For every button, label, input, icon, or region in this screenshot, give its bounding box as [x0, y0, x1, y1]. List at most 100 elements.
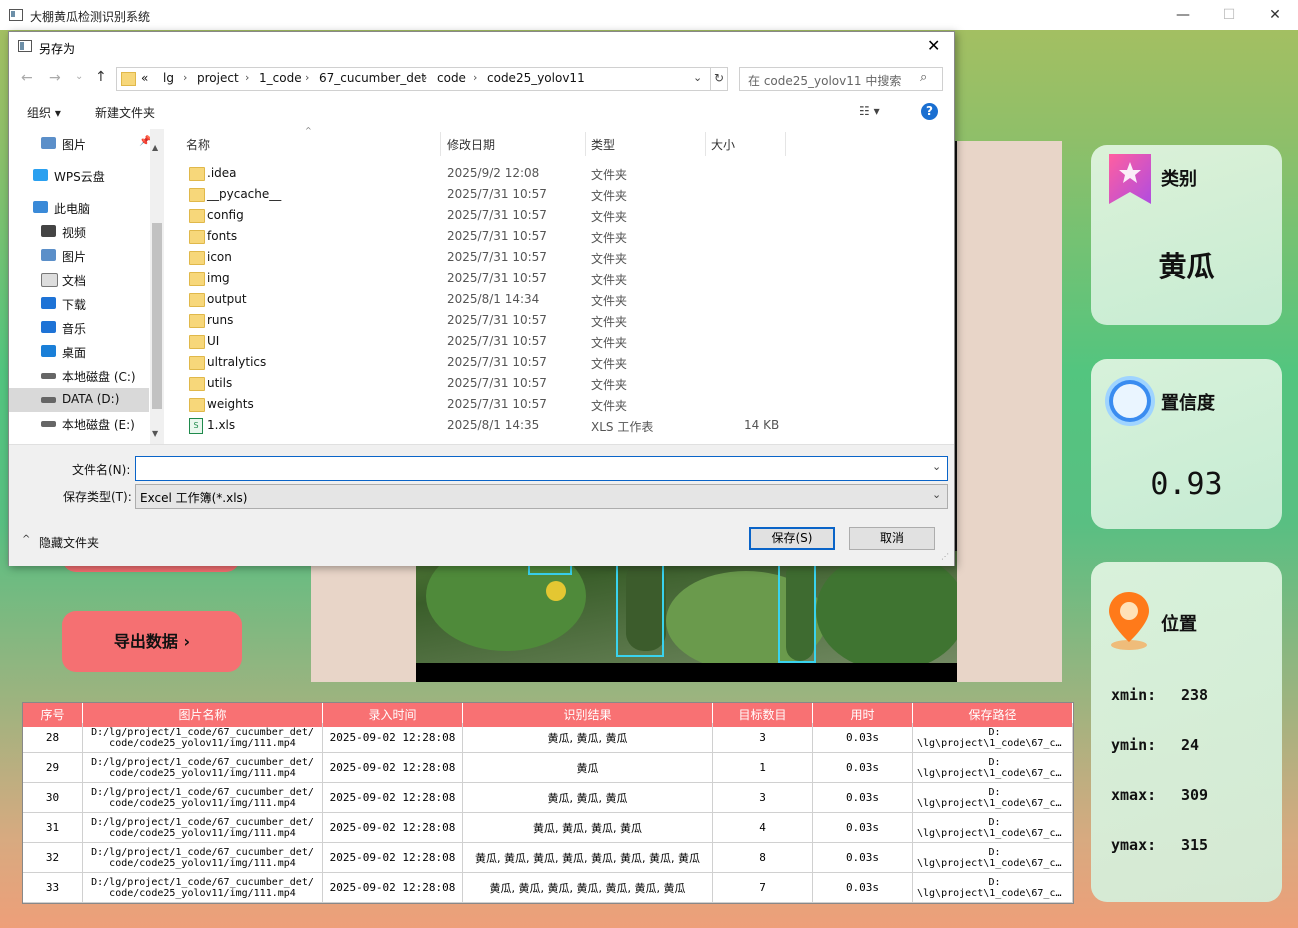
cell-time: 2025-09-02 12:28:08 — [323, 783, 463, 813]
dialog-close-button[interactable]: ✕ — [927, 36, 940, 55]
search-icon[interactable]: ⌕ — [920, 70, 927, 85]
column-date[interactable]: 修改日期 — [447, 136, 495, 153]
gauge-icon — [1105, 376, 1155, 426]
new-folder-button[interactable]: 新建文件夹 — [95, 104, 155, 121]
confidence-value: 0.93 — [1150, 467, 1223, 502]
file-type: 文件夹 — [591, 315, 628, 329]
chevron-up-icon[interactable]: ^ — [22, 534, 30, 545]
column-size[interactable]: 大小 — [711, 136, 735, 153]
file-row[interactable]: .idea 2025/9/2 12:08 文件夹 — [179, 163, 799, 184]
file-row[interactable]: utils 2025/7/31 10:57 文件夹 — [179, 373, 799, 394]
column-type[interactable]: 类型 — [591, 136, 615, 153]
file-row[interactable]: ultralytics 2025/7/31 10:57 文件夹 — [179, 352, 799, 373]
table-row[interactable]: 30 D:/lg/project/1_code/67_cucumber_det/c… — [23, 783, 1073, 813]
file-row[interactable]: S 1.xls 2025/8/1 14:35 XLS 工作表 14 KB — [179, 415, 799, 436]
organize-menu[interactable]: 组织 ▾ — [27, 104, 61, 121]
folder-icon — [189, 272, 205, 286]
confidence-title: 置信度 — [1161, 393, 1215, 414]
table-row[interactable]: 33 D:/lg/project/1_code/67_cucumber_det/c… — [23, 873, 1073, 903]
cell-result: 黄瓜 — [463, 753, 713, 783]
location-pin-icon — [1109, 592, 1149, 650]
breadcrumb-item[interactable]: code — [437, 71, 466, 85]
up-arrow-icon[interactable]: ↑ — [95, 69, 107, 85]
breadcrumb-separator-icon[interactable]: › — [305, 71, 309, 84]
view-options-icon[interactable]: ☷ ▾ — [859, 104, 880, 118]
file-name: utils — [207, 376, 233, 390]
address-dropdown-icon[interactable]: ⌄ — [693, 71, 702, 84]
table-row[interactable]: 32 D:/lg/project/1_code/67_cucumber_det/c… — [23, 843, 1073, 873]
cancel-button[interactable]: 取消 — [849, 527, 935, 550]
history-chevron-icon[interactable]: ⌄ — [75, 71, 83, 82]
resize-grip-icon[interactable]: ⋰ — [941, 552, 949, 561]
pictures-icon — [41, 137, 56, 149]
refresh-icon[interactable]: ↻ — [710, 67, 728, 91]
breadcrumb-item[interactable]: code25_yolov11 — [487, 71, 585, 85]
export-data-button[interactable]: 导出数据 › — [62, 611, 242, 672]
save-button[interactable]: 保存(S) — [749, 527, 835, 550]
file-row[interactable]: config 2025/7/31 10:57 文件夹 — [179, 205, 799, 226]
cell-time: 2025-09-02 12:28:08 — [323, 813, 463, 843]
file-name: img — [207, 271, 230, 285]
breadcrumb-separator-icon[interactable]: › — [183, 71, 187, 84]
image-name-line: D:/lg/project/1_code/67_cucumber_det/ — [91, 816, 314, 828]
file-date: 2025/7/31 10:57 — [447, 334, 547, 348]
file-row[interactable]: runs 2025/7/31 10:57 文件夹 — [179, 310, 799, 331]
file-date: 2025/7/31 10:57 — [447, 271, 547, 285]
file-name: __pycache__ — [207, 187, 282, 201]
minimize-button[interactable]: — — [1160, 0, 1206, 30]
close-button[interactable]: ✕ — [1252, 0, 1298, 30]
cell-count: 4 — [713, 813, 813, 843]
table-row[interactable]: 31 D:/lg/project/1_code/67_cucumber_det/c… — [23, 813, 1073, 843]
xmax-value: 309 — [1181, 786, 1209, 804]
folder-icon — [189, 356, 205, 370]
cell-count: 8 — [713, 843, 813, 873]
sidebar-item[interactable]: 图片 — [9, 132, 149, 156]
cell-count: 7 — [713, 873, 813, 903]
filetype-select[interactable]: Excel 工作簿(*.xls) ⌄ — [135, 484, 948, 509]
breadcrumb-item[interactable]: 67_cucumber_det — [319, 71, 426, 85]
image-name-line: D:/lg/project/1_code/67_cucumber_det/ — [91, 786, 314, 798]
cell-time: 2025-09-02 12:28:08 — [323, 843, 463, 873]
table-row[interactable]: 28 D:/lg/project/1_code/67_cucumber_det/c… — [23, 723, 1073, 753]
breadcrumb-item[interactable]: project — [197, 71, 239, 85]
cell-duration: 0.03s — [813, 753, 913, 783]
breadcrumb-separator-icon[interactable]: › — [245, 71, 249, 84]
forward-arrow-icon[interactable]: → — [49, 70, 61, 86]
filetype-dropdown-icon[interactable]: ⌄ — [932, 488, 941, 501]
save-path-line: D: — [988, 756, 1001, 768]
folder-icon — [189, 209, 205, 223]
column-name[interactable]: 名称 — [186, 136, 210, 153]
breadcrumb-separator-icon[interactable]: › — [473, 71, 477, 84]
file-row[interactable]: fonts 2025/7/31 10:57 文件夹 — [179, 226, 799, 247]
file-row[interactable]: __pycache__ 2025/7/31 10:57 文件夹 — [179, 184, 799, 205]
file-name: 1.xls — [207, 418, 236, 432]
file-list: .idea 2025/9/2 12:08 文件夹 __pycache__ 2025/7/… — [9, 163, 809, 443]
file-row[interactable]: icon 2025/7/31 10:57 文件夹 — [179, 247, 799, 268]
results-table[interactable]: 序号 图片名称 录入时间 识别结果 目标数目 用时 保存路径 28 D:/lg/p… — [22, 702, 1074, 904]
breadcrumb[interactable]: «lg › project › 1_code › 67_cucumber_det › code ›… — [141, 68, 681, 90]
cell-id: 28 — [23, 723, 83, 753]
cell-save-path: D: \lg\project\1_code\67_c… — [913, 873, 1073, 903]
search-box[interactable]: 在 code25_yolov11 中搜索 ⌕ — [739, 67, 943, 91]
filename-dropdown-icon[interactable]: ⌄ — [932, 460, 941, 473]
breadcrumb-item[interactable]: 1_code — [259, 71, 302, 85]
cell-save-path: D: \lg\project\1_code\67_c… — [913, 813, 1073, 843]
file-row[interactable]: img 2025/7/31 10:57 文件夹 — [179, 268, 799, 289]
filename-input[interactable]: ⌄ — [135, 456, 948, 481]
maximize-button[interactable]: ☐ — [1206, 0, 1252, 30]
address-bar[interactable]: «lg › project › 1_code › 67_cucumber_det › code ›… — [116, 67, 728, 91]
cell-save-path: D: \lg\project\1_code\67_c… — [913, 783, 1073, 813]
file-row[interactable]: UI 2025/7/31 10:57 文件夹 — [179, 331, 799, 352]
table-row[interactable]: 29 D:/lg/project/1_code/67_cucumber_det/c… — [23, 753, 1073, 783]
file-row[interactable]: output 2025/8/1 14:34 文件夹 — [179, 289, 799, 310]
sidebar-item-label: 图片 — [62, 138, 87, 152]
breadcrumb-item[interactable]: « — [141, 71, 148, 85]
breadcrumb-separator-icon[interactable]: › — [423, 71, 427, 84]
help-icon[interactable]: ? — [921, 103, 938, 120]
file-row[interactable]: weights 2025/7/31 10:57 文件夹 — [179, 394, 799, 415]
breadcrumb-item[interactable]: lg — [163, 71, 174, 85]
back-arrow-icon[interactable]: ← — [21, 70, 33, 86]
hide-folders-toggle[interactable]: 隐藏文件夹 — [39, 534, 99, 551]
search-placeholder: 在 code25_yolov11 中搜索 — [748, 74, 902, 88]
xmin-value: 238 — [1181, 686, 1209, 704]
